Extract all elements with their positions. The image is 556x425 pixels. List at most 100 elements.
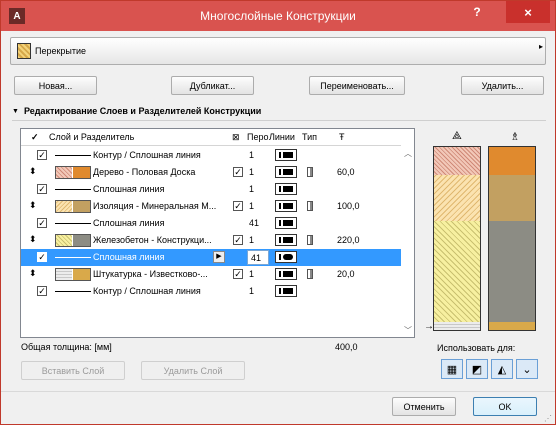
drag-handle-icon[interactable]: ⬍ (29, 166, 37, 177)
row-pen[interactable]: 1 (249, 167, 254, 177)
row-thickness[interactable]: 20,0 (337, 269, 355, 279)
scroll-down-icon[interactable]: ﹀ (404, 325, 412, 336)
preview-fill-column (488, 146, 536, 331)
row-flag-checkbox[interactable]: ✓ (233, 235, 243, 245)
fill-color (73, 201, 90, 212)
use-for-label: Использовать для: (437, 343, 516, 353)
row-flag-checkbox[interactable]: ✓ (233, 269, 243, 279)
row-flag-checkbox[interactable]: ✓ (233, 167, 243, 177)
floor-hatch-icon (17, 43, 31, 59)
line-type-button[interactable] (275, 268, 297, 280)
type-icon[interactable] (307, 269, 313, 279)
line-type-button[interactable] (275, 285, 297, 297)
row-thickness[interactable]: 220,0 (337, 235, 360, 245)
drag-handle-icon[interactable]: ⬍ (29, 234, 37, 245)
table-row[interactable]: ✓ Контур / Сплошная линия 1 (21, 283, 401, 300)
total-thickness-label: Общая толщина: [мм] (21, 342, 112, 352)
shell-use-icon[interactable]: ⌄ (516, 359, 538, 379)
table-row[interactable]: ⬍ Штукатурка - Известково-... ✓ 1 20,0 (21, 266, 401, 283)
row-flag-checkbox[interactable]: ✓ (233, 201, 243, 211)
row-thickness[interactable]: 60,0 (337, 167, 355, 177)
row-pen[interactable]: 1 (249, 184, 254, 194)
slab-use-icon[interactable]: ◩ (466, 359, 488, 379)
line-sample (55, 257, 91, 258)
row-checkbox[interactable]: ✓ (37, 184, 47, 194)
ok-button[interactable]: OK (473, 397, 537, 416)
row-pen[interactable]: 1 (249, 150, 254, 160)
header-check: ✓ (31, 132, 39, 142)
rename-button[interactable]: Переименовать... (309, 76, 405, 95)
delete-layer-button[interactable]: Удалить Слой (141, 361, 245, 380)
pen-input[interactable]: 41 (247, 250, 269, 265)
drag-handle-icon[interactable]: ⬍ (29, 200, 37, 211)
preview-plaster-hatch (434, 322, 480, 330)
table-row[interactable]: ✓ Сплошная линия 41 (21, 215, 401, 232)
section-divider (12, 120, 546, 121)
type-icon[interactable] (307, 167, 313, 177)
table-row[interactable]: ✓ Контур / Сплошная линия 1 (21, 147, 401, 164)
cancel-button[interactable]: Отменить (392, 397, 456, 416)
header-flag: ⊠ (232, 132, 240, 142)
line-type-button[interactable] (275, 217, 297, 229)
section-title: Редактирование Слоев и Разделителей Конс… (23, 106, 262, 116)
row-checkbox[interactable]: ✓ (37, 286, 47, 296)
row-name: Сплошная линия (93, 184, 165, 194)
line-type-button[interactable] (275, 166, 297, 178)
help-button[interactable]: ? (463, 1, 491, 23)
row-name: Сплошная линия (93, 252, 165, 262)
dialog-window: A Многослойные Конструкции ? × Перекрыти… (0, 0, 556, 425)
resize-grip-icon[interactable]: ⋰ (544, 414, 552, 423)
table-row[interactable]: ⬍ Изоляция - Минеральная М... ✓ 1 100,0 (21, 198, 401, 215)
vertical-scrollbar[interactable]: ︿ ﹀ (401, 146, 414, 337)
row-checkbox[interactable]: ✓ (37, 252, 47, 262)
table-row[interactable]: ✓ Сплошная линия 1 (21, 181, 401, 198)
row-thickness[interactable]: 100,0 (337, 201, 360, 211)
title-bar[interactable]: A Многослойные Конструкции ? × (1, 1, 555, 31)
close-button[interactable]: × (506, 1, 550, 23)
material-swatch (55, 166, 91, 179)
table-row[interactable]: ⬍ Дерево - Половая Доска ✓ 1 60,0 (21, 164, 401, 181)
row-pen[interactable]: 1 (249, 269, 254, 279)
duplicate-button[interactable]: Дубликат... (171, 76, 254, 95)
table-row[interactable]: ⬍ Железобетон - Конструкци... ✓ 1 220,0 (21, 232, 401, 249)
scroll-up-icon[interactable]: ︿ (404, 148, 412, 159)
material-swatch (55, 200, 91, 213)
line-type-button[interactable] (275, 234, 297, 246)
insert-layer-button[interactable]: Вставить Слой (21, 361, 125, 380)
structure-type-label: Перекрытие (35, 46, 87, 56)
row-checkbox[interactable]: ✓ (37, 150, 47, 160)
roof-use-icon[interactable]: ◭ (491, 359, 513, 379)
line-type-button[interactable] (275, 149, 297, 161)
table-row-selected[interactable]: ✓ Сплошная линия ▶ 41 (21, 249, 401, 266)
drag-handle-icon[interactable]: ⬍ (29, 268, 37, 279)
line-type-button[interactable] (275, 183, 297, 195)
total-thickness-value: 400,0 (335, 342, 358, 352)
row-pen[interactable]: 1 (249, 201, 254, 211)
header-name: Слой и Разделитель (49, 132, 135, 142)
wall-use-icon[interactable]: ▦ (441, 359, 463, 379)
row-expand-icon[interactable]: ▶ (213, 251, 225, 263)
material-swatch (55, 234, 91, 247)
delete-button[interactable]: Удалить... (461, 76, 544, 95)
line-sample (55, 155, 91, 156)
header-thickness: Ŧ (339, 132, 345, 142)
header-pen: Перо (247, 132, 269, 142)
line-sample (55, 189, 91, 190)
structure-type-selector[interactable]: Перекрытие ▸ (10, 37, 546, 65)
row-checkbox[interactable]: ✓ (37, 218, 47, 228)
type-icon[interactable] (307, 201, 313, 211)
hatch-pattern (56, 269, 72, 280)
row-pen[interactable]: 41 (249, 218, 259, 228)
new-button[interactable]: Новая... (14, 76, 97, 95)
reference-arrow-icon: → (424, 321, 434, 332)
preview-wood-hatch (434, 147, 480, 175)
collapse-triangle-icon[interactable]: ▼ (12, 108, 19, 115)
type-icon[interactable] (307, 235, 313, 245)
row-pen[interactable]: 1 (249, 286, 254, 296)
layer-preview: ⟁ ♗ → (424, 128, 543, 340)
row-pen[interactable]: 1 (249, 235, 254, 245)
hatch-view-icon: ⟁ (452, 130, 462, 142)
section-header[interactable]: ▼ Редактирование Слоев и Разделителей Ко… (12, 104, 546, 118)
line-type-button[interactable] (275, 251, 297, 263)
line-type-button[interactable] (275, 200, 297, 212)
